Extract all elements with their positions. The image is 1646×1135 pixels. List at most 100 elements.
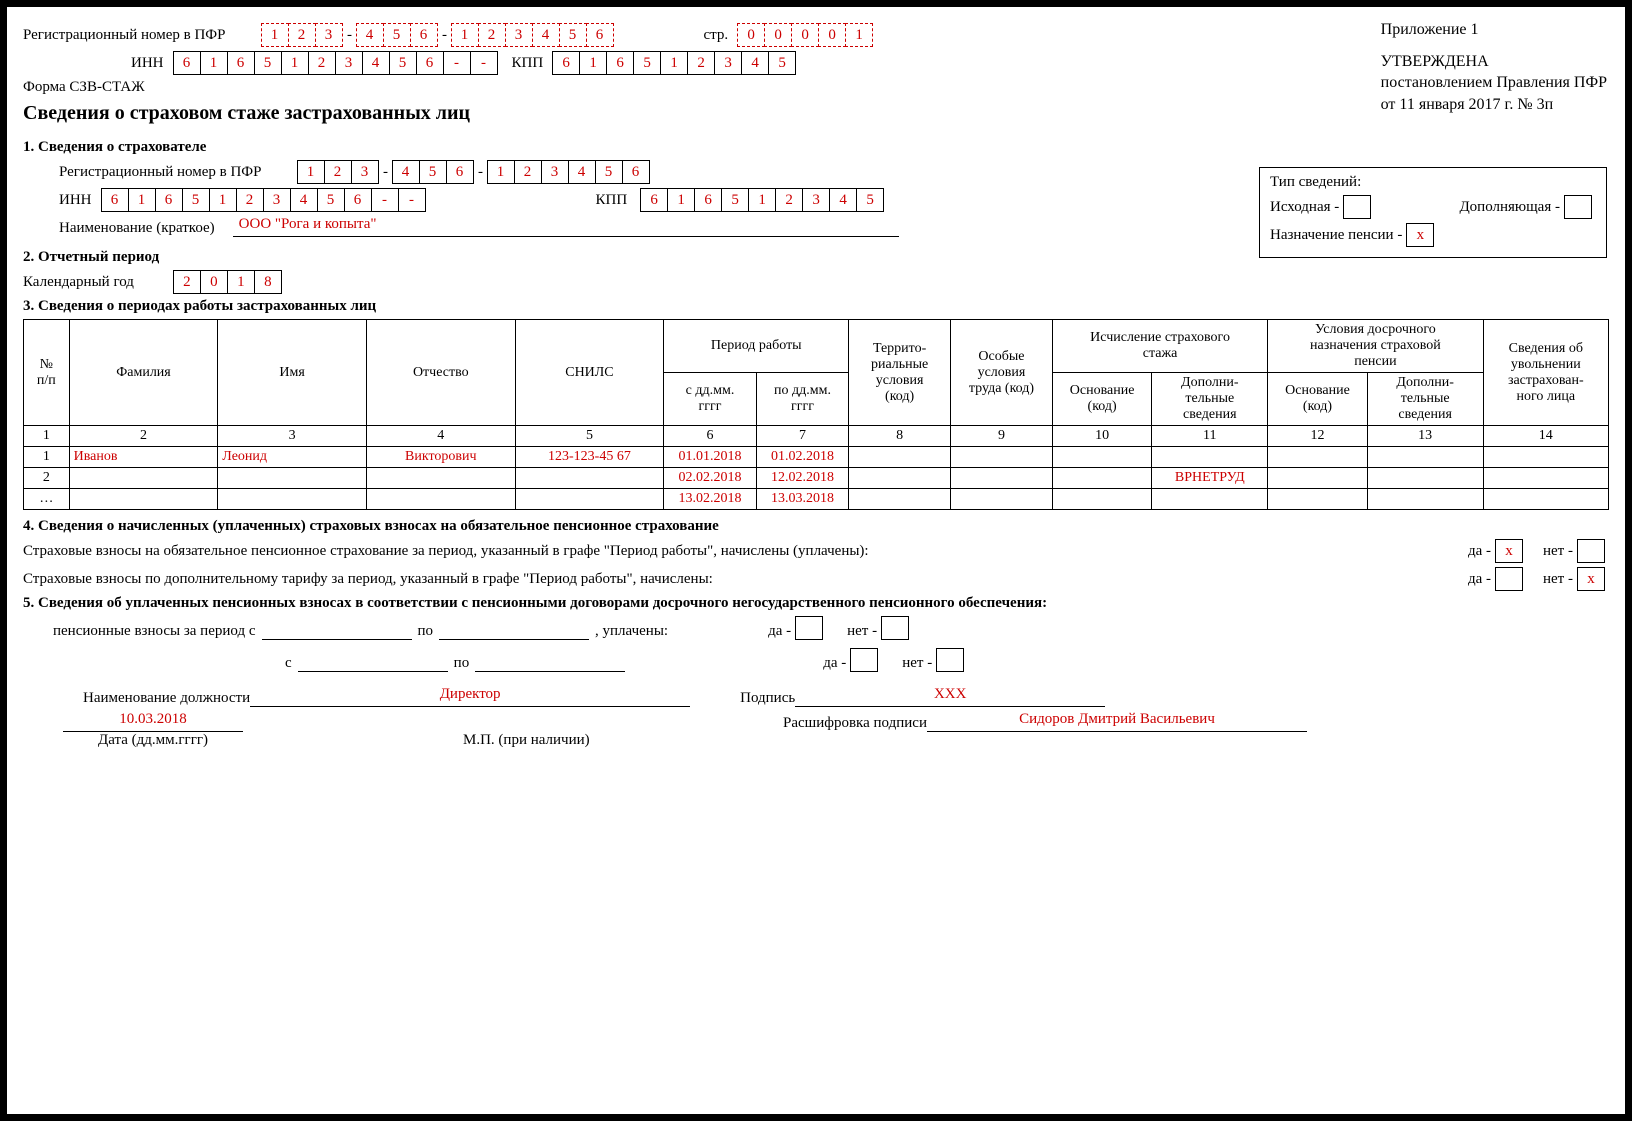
kpp-digit[interactable]: 3 xyxy=(714,51,742,75)
s1-name-value[interactable]: ООО "Рога и копыта" xyxy=(233,216,899,237)
cell-to[interactable]: 12.02.2018 xyxy=(756,468,848,489)
inn-digit[interactable]: 6 xyxy=(416,51,444,75)
cell-basis2[interactable] xyxy=(1268,489,1368,510)
s1-inn-digit[interactable]: 5 xyxy=(182,188,210,212)
s1-kpp-digit[interactable]: 2 xyxy=(775,188,803,212)
s5-from-2[interactable] xyxy=(298,651,448,672)
cell-lastname[interactable] xyxy=(69,468,218,489)
reg-digit[interactable]: 4 xyxy=(356,23,384,47)
type-source-check[interactable] xyxy=(1343,195,1371,219)
page-digit[interactable]: 0 xyxy=(818,23,846,47)
s1-reg-digit[interactable]: 6 xyxy=(622,160,650,184)
reg-digit[interactable]: 6 xyxy=(586,23,614,47)
s5-no-check-1[interactable] xyxy=(881,616,909,640)
inn-digit[interactable]: - xyxy=(470,51,498,75)
s5-yes-check-2[interactable] xyxy=(850,648,878,672)
s4-yes-check[interactable]: x xyxy=(1495,539,1523,563)
s1-reg-digit[interactable]: 3 xyxy=(351,160,379,184)
s1-inn-digit[interactable]: - xyxy=(371,188,399,212)
page-digit[interactable]: 0 xyxy=(791,23,819,47)
cell-extra2[interactable] xyxy=(1367,447,1483,468)
cell-patronymic[interactable]: Викторович xyxy=(366,447,515,468)
reg-digit[interactable]: 2 xyxy=(478,23,506,47)
page-digit[interactable]: 0 xyxy=(737,23,765,47)
reg-digit[interactable]: 5 xyxy=(559,23,587,47)
cell-basis2[interactable] xyxy=(1268,447,1368,468)
reg-digit[interactable]: 3 xyxy=(505,23,533,47)
s1-reg-digit[interactable]: 2 xyxy=(324,160,352,184)
s4-no-check-2[interactable]: x xyxy=(1577,567,1605,591)
s1-inn-digit[interactable]: 4 xyxy=(290,188,318,212)
inn-digit[interactable]: - xyxy=(443,51,471,75)
cell-basis2[interactable] xyxy=(1268,468,1368,489)
inn-digit[interactable]: 4 xyxy=(362,51,390,75)
s1-kpp-digit[interactable]: 3 xyxy=(802,188,830,212)
s4-no-check[interactable] xyxy=(1577,539,1605,563)
reg-digit[interactable]: 6 xyxy=(410,23,438,47)
inn-digit[interactable]: 5 xyxy=(389,51,417,75)
cell-term[interactable] xyxy=(1483,489,1608,510)
page-digit[interactable]: 1 xyxy=(845,23,873,47)
cell-terr[interactable] xyxy=(849,447,951,468)
reg-digit[interactable]: 5 xyxy=(383,23,411,47)
cell-special[interactable] xyxy=(951,489,1053,510)
s1-kpp-digit[interactable]: 6 xyxy=(694,188,722,212)
cell-to[interactable]: 13.03.2018 xyxy=(756,489,848,510)
cell-basis1[interactable] xyxy=(1052,489,1152,510)
s5-to-2[interactable] xyxy=(475,651,625,672)
s1-inn-digit[interactable]: 2 xyxy=(236,188,264,212)
cell-snils[interactable] xyxy=(515,489,664,510)
cell-extra1[interactable] xyxy=(1152,489,1268,510)
s4-yes-check-2[interactable] xyxy=(1495,567,1523,591)
cell-special[interactable] xyxy=(951,468,1053,489)
cell-snils[interactable]: 123-123-45 67 xyxy=(515,447,664,468)
inn-digit[interactable]: 3 xyxy=(335,51,363,75)
s1-inn-digit[interactable]: 6 xyxy=(155,188,183,212)
reg-digit[interactable]: 4 xyxy=(532,23,560,47)
s5-yes-check-1[interactable] xyxy=(795,616,823,640)
kpp-digit[interactable]: 6 xyxy=(552,51,580,75)
cell-from[interactable]: 02.02.2018 xyxy=(664,468,756,489)
cell-firstname[interactable] xyxy=(218,468,367,489)
page-digit[interactable]: 0 xyxy=(764,23,792,47)
kpp-digit[interactable]: 5 xyxy=(768,51,796,75)
cell-basis1[interactable] xyxy=(1052,447,1152,468)
cell-extra1[interactable] xyxy=(1152,447,1268,468)
s1-reg-digit[interactable]: 4 xyxy=(392,160,420,184)
cell-from[interactable]: 01.01.2018 xyxy=(664,447,756,468)
inn-digit[interactable]: 6 xyxy=(173,51,201,75)
cell-term[interactable] xyxy=(1483,468,1608,489)
type-pension-check[interactable]: x xyxy=(1406,223,1434,247)
cell-extra1[interactable]: ВРНЕТРУД xyxy=(1152,468,1268,489)
cell-terr[interactable] xyxy=(849,489,951,510)
s1-inn-digit[interactable]: 6 xyxy=(101,188,129,212)
inn-digit[interactable]: 1 xyxy=(281,51,309,75)
sign-name-value[interactable]: Сидоров Дмитрий Васильевич xyxy=(927,711,1307,732)
year-digit[interactable]: 8 xyxy=(254,270,282,294)
s1-kpp-digit[interactable]: 4 xyxy=(829,188,857,212)
reg-digit[interactable]: 3 xyxy=(315,23,343,47)
s1-inn-digit[interactable]: 3 xyxy=(263,188,291,212)
s1-reg-digit[interactable]: 1 xyxy=(487,160,515,184)
s1-kpp-digit[interactable]: 1 xyxy=(667,188,695,212)
year-digit[interactable]: 2 xyxy=(173,270,201,294)
inn-digit[interactable]: 1 xyxy=(200,51,228,75)
cell-special[interactable] xyxy=(951,447,1053,468)
s1-inn-digit[interactable]: 1 xyxy=(128,188,156,212)
cell-patronymic[interactable] xyxy=(366,468,515,489)
s5-to-1[interactable] xyxy=(439,619,589,640)
cell-term[interactable] xyxy=(1483,447,1608,468)
s1-inn-digit[interactable]: 5 xyxy=(317,188,345,212)
cell-from[interactable]: 13.02.2018 xyxy=(664,489,756,510)
type-add-check[interactable] xyxy=(1564,195,1592,219)
kpp-digit[interactable]: 5 xyxy=(633,51,661,75)
cell-basis1[interactable] xyxy=(1052,468,1152,489)
s1-reg-digit[interactable]: 4 xyxy=(568,160,596,184)
cell-lastname[interactable] xyxy=(69,489,218,510)
inn-digit[interactable]: 6 xyxy=(227,51,255,75)
inn-digit[interactable]: 5 xyxy=(254,51,282,75)
cell-patronymic[interactable] xyxy=(366,489,515,510)
cell-firstname[interactable] xyxy=(218,489,367,510)
s1-reg-digit[interactable]: 5 xyxy=(419,160,447,184)
s1-reg-digit[interactable]: 1 xyxy=(297,160,325,184)
